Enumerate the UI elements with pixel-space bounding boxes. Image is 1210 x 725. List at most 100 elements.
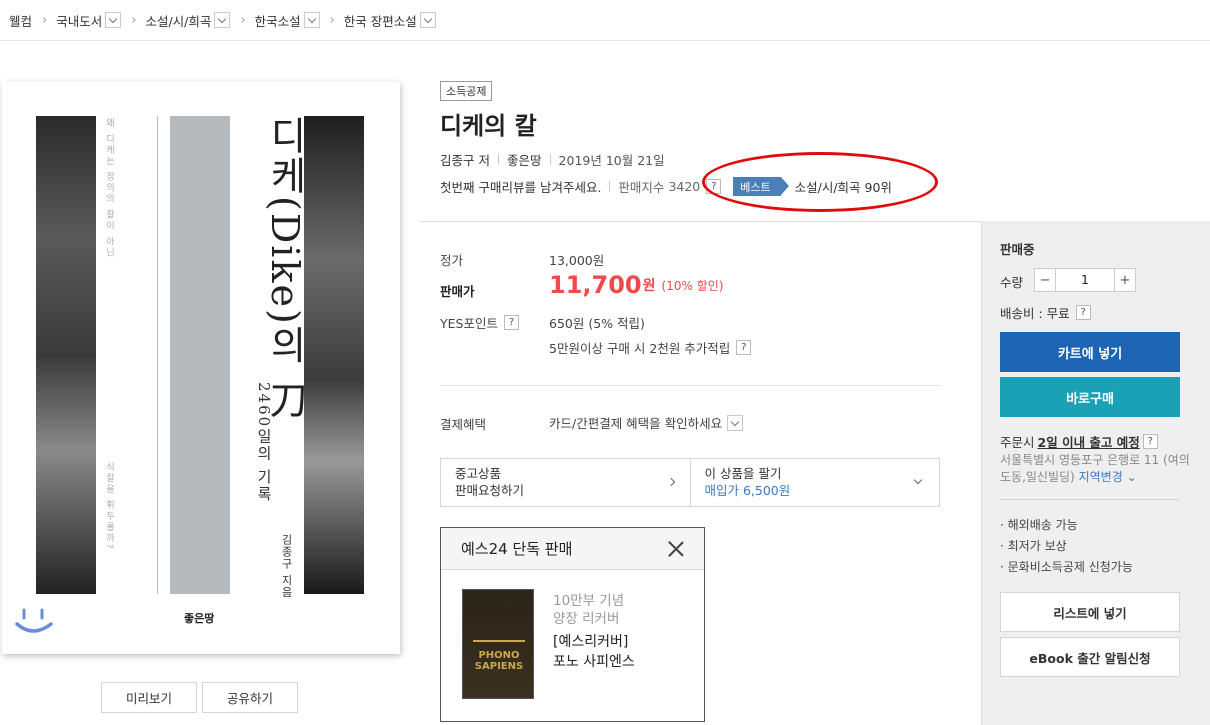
cover-tagline-2: 식칼을 휘두를까? (104, 462, 114, 551)
breadcrumb-item-korean-novel[interactable]: 한국소설 (255, 11, 320, 30)
breadcrumb: 웰컴 › 국내도서 › 소설/시/희곡 › 한국소설 › 한국 장편소설 (0, 0, 1210, 41)
payment-benefit-select[interactable]: 카드/간편결제 혜택을 확인하세요 (549, 413, 744, 432)
cover-statue-right (304, 116, 364, 594)
region-change-link[interactable]: 지역변경 ⌄ (1079, 470, 1137, 484)
bestseller-badge[interactable]: 베스트 (733, 177, 790, 196)
quantity-input[interactable]: 1 (1056, 268, 1114, 292)
cover-author: 김종구 지음 (280, 534, 293, 599)
chevron-down-icon[interactable] (303, 12, 320, 28)
benefit-overseas: · 해외배송 가능 (1000, 518, 1078, 532)
sale-status: 판매중 (1000, 242, 1035, 257)
bonus-points-text: 5만원이상 구매 시 2천원 추가적립 (549, 341, 731, 356)
cover-gray-band (170, 116, 230, 594)
buyback-price: 매입가 6,500원 (704, 483, 791, 498)
quantity-stepper: − 1 + (1034, 268, 1136, 292)
help-icon[interactable]: ? (503, 315, 519, 330)
points-value: 650원 (5% 적립) (549, 316, 645, 331)
breadcrumb-item-domestic[interactable]: 국내도서 (56, 11, 122, 30)
points-label-row: YES포인트 ? (440, 313, 519, 332)
used-left-line2: 판매요청하기 (455, 483, 525, 498)
cover-figures (473, 612, 525, 642)
decrease-button[interactable]: − (1034, 268, 1056, 292)
close-icon[interactable] (668, 541, 684, 557)
bestseller-rank[interactable]: 소설/시/희곡 90위 (795, 177, 892, 196)
delivery-eta: 2일 이내 출고 예정 (1037, 435, 1140, 450)
sale-price-label: 판매가 (440, 284, 475, 299)
preview-button[interactable]: 미리보기 (101, 682, 197, 713)
tax-deduction-badge: 소득공제 (440, 81, 493, 101)
purchase-panel: 판매중 수량 − 1 + 배송비 : 무료 ? 카트에 넣기 바로구매 주문시 … (981, 221, 1210, 725)
publish-date: 2019년 10월 21일 (558, 153, 665, 168)
shipping-fee-row: 배송비 : 무료 ? (1000, 303, 1091, 322)
breadcrumb-label[interactable]: 한국 장편소설 (344, 11, 417, 30)
smile-icon (15, 608, 53, 633)
product-title: 디케의 칼 (440, 112, 537, 140)
sale-price-value: 11,700 (549, 271, 642, 299)
used-sale-request-button[interactable]: 중고상품 판매요청하기 (441, 459, 690, 506)
cover-statue-left (36, 116, 96, 594)
popup-header: 예스24 단독 판매 (441, 528, 704, 570)
chevron-down-icon[interactable] (727, 414, 744, 431)
chevron-right-icon: › (42, 12, 48, 28)
add-to-wishlist-button[interactable]: 리스트에 넣기 (1000, 592, 1180, 632)
divider (609, 181, 611, 192)
ebook-alert-button[interactable]: eBook 출간 알림신청 (1000, 637, 1180, 677)
recover-book-cover[interactable]: PHONO SAPIENS (462, 589, 534, 699)
list-price-value: 13,000원 (549, 253, 605, 268)
author-link[interactable]: 김종구 (440, 150, 475, 169)
payment-benefit-text[interactable]: 카드/간편결제 혜택을 확인하세요 (549, 413, 722, 432)
used-left-line1: 중고상품 (455, 466, 502, 481)
cover-publisher: 좋은땅 (184, 612, 215, 625)
order-prefix: 주문시 (1000, 435, 1035, 450)
share-button[interactable]: 공유하기 (202, 682, 298, 713)
breadcrumb-label[interactable]: 국내도서 (56, 11, 102, 30)
payment-benefit-label: 결제혜택 (440, 417, 487, 432)
cover-tagline: 왜 디케는 정의의 칼이 아닌 (104, 118, 114, 259)
product-meta: 김종구 저 좋은땅 2019년 10월 21일 (440, 150, 665, 169)
cover-subtitle: 2460일의 기록 (255, 382, 273, 503)
delivery-eta-row: 주문시 2일 이내 출고 예정 ? (1000, 432, 1158, 451)
breadcrumb-item-novel-poetry[interactable]: 소설/시/희곡 (145, 11, 231, 30)
help-icon[interactable]: ? (1075, 305, 1091, 320)
increase-button[interactable]: + (1114, 268, 1136, 292)
chevron-down-icon[interactable] (105, 12, 122, 28)
book-cover-image[interactable]: 왜 디케는 정의의 칼이 아닌 식칼을 휘두를까? 디케(Dike)의 刀 24… (2, 82, 400, 654)
chevron-right-icon: › (329, 12, 335, 28)
shipping-fee: 배송비 : 무료 (1000, 306, 1070, 321)
buy-now-button[interactable]: 바로구매 (1000, 377, 1180, 417)
quantity-label: 수량 (1000, 275, 1024, 290)
help-icon[interactable]: ? (1142, 434, 1158, 449)
breadcrumb-home[interactable]: 웰컴 (9, 11, 32, 30)
chevron-down-icon[interactable] (214, 12, 231, 28)
list-price-label: 정가 (440, 253, 464, 268)
divider (1000, 499, 1180, 500)
breadcrumb-label[interactable]: 소설/시/희곡 (145, 11, 211, 30)
popup-line1: 10만부 기념 (553, 593, 625, 609)
sell-this-item-button[interactable]: 이 상품을 팔기 매입가 6,500원 (689, 459, 940, 506)
divider (498, 154, 500, 165)
points-label: YES포인트 (440, 316, 498, 331)
used-goods-box: 중고상품 판매요청하기 이 상품을 팔기 매입가 6,500원 (440, 458, 940, 507)
add-to-cart-button[interactable]: 카트에 넣기 (1000, 332, 1180, 372)
popup-line4[interactable]: 포노 사피엔스 (553, 651, 635, 671)
popup-line3[interactable]: [예스리커버] (553, 631, 628, 651)
exclusive-sale-popup: 예스24 단독 판매 PHONO SAPIENS 10만부 기념 양장 리커버 … (440, 527, 705, 722)
help-icon[interactable]: ? (706, 179, 722, 194)
help-icon[interactable]: ? (736, 340, 752, 355)
sale-price-row: 11,700 원 (10% 할인) (549, 271, 723, 299)
sales-index-value: 3420 (668, 179, 701, 194)
benefit-lowest-price: · 최저가 보상 (1000, 539, 1067, 553)
publisher-link[interactable]: 좋은땅 (507, 150, 542, 169)
delivery-address: 서울특별시 영등포구 은행로 11 (여의도동,일신빌딩) 지역변경 ⌄ (1000, 452, 1200, 486)
mini-cover-title: PHONO SAPIENS (474, 650, 524, 672)
divider (440, 385, 940, 386)
sales-index-label: 판매지수 (618, 180, 665, 195)
popup-title: 예스24 단독 판매 (461, 540, 573, 558)
breadcrumb-label[interactable]: 한국소설 (255, 11, 301, 30)
cover-divider (157, 116, 158, 594)
author-role: 저 (478, 153, 491, 168)
breadcrumb-item-korean-long-novel[interactable]: 한국 장편소설 (344, 11, 436, 30)
divider (549, 154, 551, 165)
review-prompt-link[interactable]: 첫번째 구매리뷰를 남겨주세요. (440, 177, 601, 196)
chevron-down-icon[interactable] (419, 12, 436, 28)
